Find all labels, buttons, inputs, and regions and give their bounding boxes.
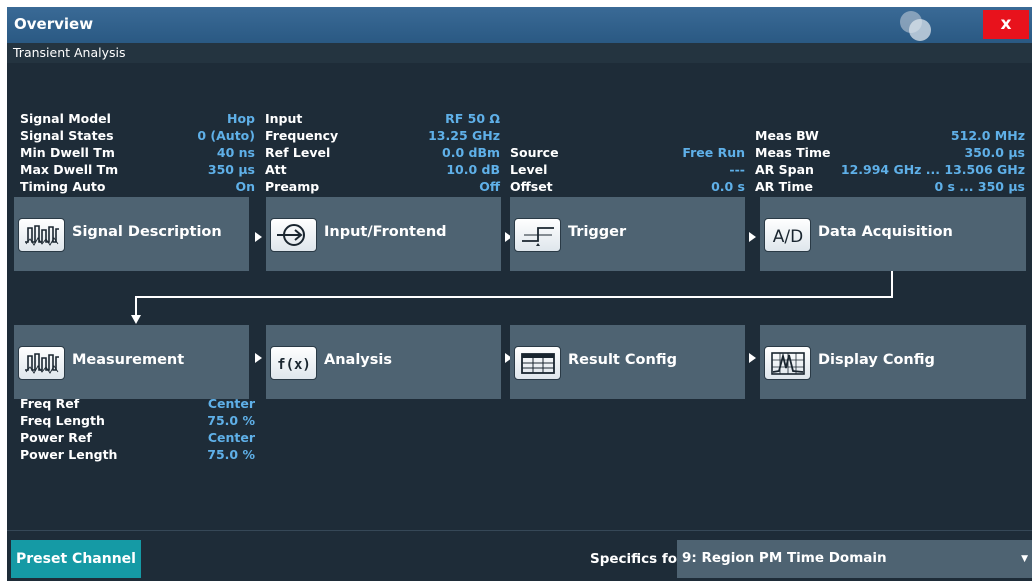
flow-connector (131, 271, 893, 324)
table-icon (514, 346, 561, 380)
info-label: Power Length (20, 447, 118, 462)
chevron-down-icon: ▼ (1021, 554, 1028, 564)
measurement-button[interactable]: Measurement (14, 325, 249, 399)
block-label: Display Config (818, 352, 935, 368)
specifics-label: Specifics for (590, 551, 684, 567)
specifics-value: 9: Region PM Time Domain (682, 550, 887, 566)
info-row: Freq Length 75.0 % (20, 412, 255, 429)
info-row: Power Ref Center (20, 429, 255, 446)
display-config-button[interactable]: Display Config (760, 325, 1026, 399)
signal-waveform-icon (18, 346, 65, 380)
spectrum-display-icon (764, 346, 811, 380)
info-value: 75.0 % (207, 413, 255, 428)
analysis-button[interactable]: |f(x)| Analysis (266, 325, 501, 399)
info-value: 75.0 % (207, 447, 255, 462)
svg-text:|f(x)|: |f(x)| (275, 357, 313, 373)
overview-window: Overview x Transient Analysis Signal Mod… (7, 7, 1032, 581)
info-row: Power Length 75.0 % (20, 446, 255, 463)
block-label: Analysis (324, 352, 392, 368)
info-label: Power Ref (20, 430, 92, 445)
footer-divider (7, 530, 1032, 531)
flow-arrow (255, 353, 262, 363)
specifics-dropdown[interactable]: 9: Region PM Time Domain ▼ (677, 540, 1032, 578)
block-label: Result Config (568, 352, 677, 368)
function-icon: |f(x)| (270, 346, 317, 380)
result-config-button[interactable]: Result Config (510, 325, 745, 399)
preset-channel-button[interactable]: Preset Channel (11, 540, 141, 578)
block-label: Measurement (72, 352, 185, 368)
measurement-info: Freq Ref Center Freq Length 75.0 % Power R… (20, 395, 255, 463)
info-value: Center (207, 430, 255, 445)
flow-arrow (749, 353, 756, 363)
info-label: Freq Length (20, 413, 105, 428)
